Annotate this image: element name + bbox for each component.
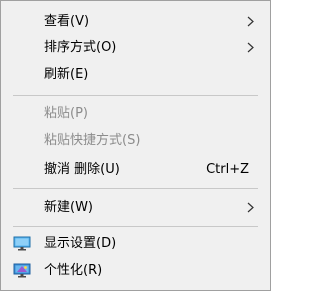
desktop-context-menu: 查看(V) 排序方式(O) 刷新(E) 粘贴(P) 粘贴快捷方式(S) 撤消 删… <box>0 0 271 291</box>
menu-item-label: 显示设置(D) <box>44 236 117 251</box>
menu-item-new[interactable]: 新建(W) <box>3 195 268 220</box>
chevron-right-icon <box>247 202 254 213</box>
menu-item-display-settings[interactable]: 显示设置(D) <box>3 231 268 256</box>
menu-item-label: 刷新(E) <box>44 67 89 82</box>
menu-separator <box>13 188 258 189</box>
menu-item-label: 新建(W) <box>44 200 93 215</box>
personalize-icon <box>13 263 31 278</box>
display-settings-icon <box>13 236 31 251</box>
menu-item-view[interactable]: 查看(V) <box>3 9 268 34</box>
menu-item-paste: 粘贴(P) <box>3 101 268 126</box>
menu-item-label: 粘贴快捷方式(S) <box>44 133 141 148</box>
menu-item-label: 粘贴(P) <box>44 106 88 121</box>
menu-item-personalize[interactable]: 个性化(R) <box>3 258 268 283</box>
menu-item-label: 排序方式(O) <box>44 40 117 55</box>
menu-item-paste-shortcut: 粘贴快捷方式(S) <box>3 128 268 153</box>
menu-item-label: 个性化(R) <box>44 263 103 278</box>
menu-item-label: 查看(V) <box>44 14 90 29</box>
chevron-right-icon <box>247 16 254 27</box>
menu-item-label: 撤消 删除(U) <box>44 162 120 177</box>
menu-item-shortcut: Ctrl+Z <box>206 162 249 177</box>
menu-item-sort-by[interactable]: 排序方式(O) <box>3 35 268 60</box>
menu-separator <box>13 226 258 227</box>
menu-item-undo-delete[interactable]: 撤消 删除(U) Ctrl+Z <box>3 157 268 182</box>
menu-item-refresh[interactable]: 刷新(E) <box>3 62 268 87</box>
menu-separator <box>13 95 258 96</box>
chevron-right-icon <box>247 42 254 53</box>
